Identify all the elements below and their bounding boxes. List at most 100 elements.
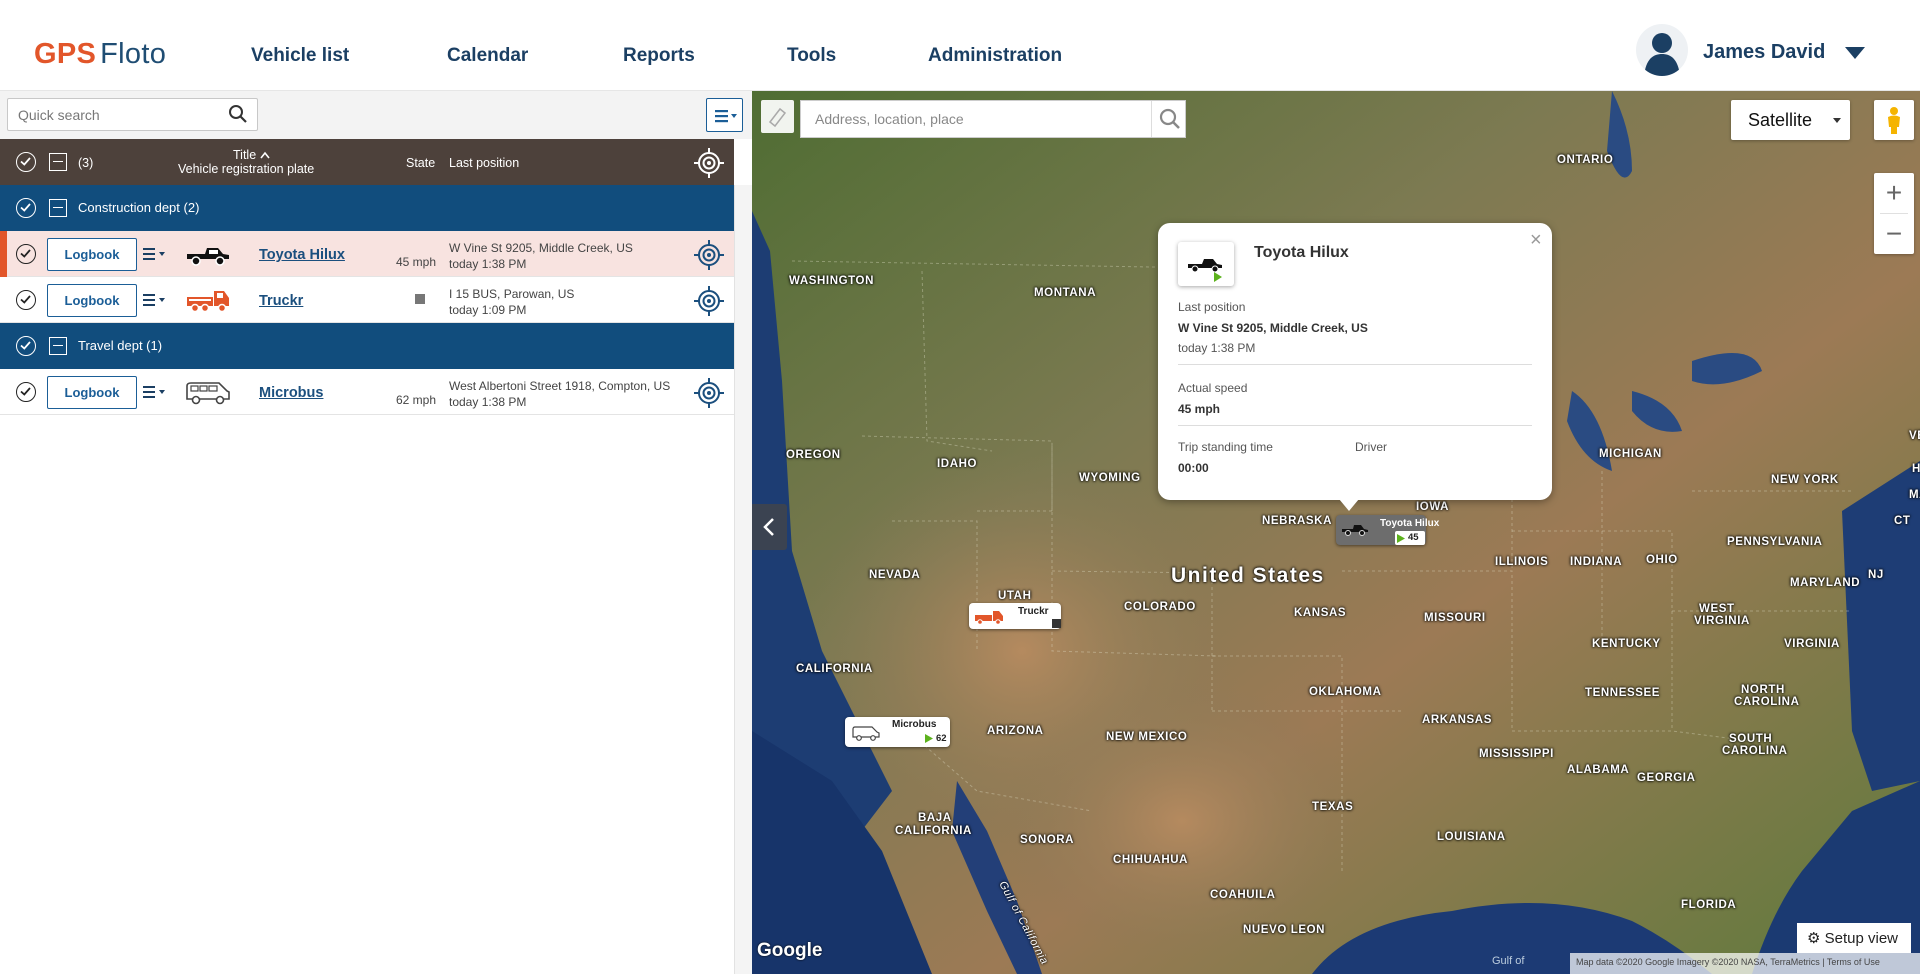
- vehicle-title-link[interactable]: Microbus: [259, 385, 323, 401]
- collapse-all-toggle[interactable]: [49, 153, 67, 171]
- column-title-header[interactable]: Title: [233, 148, 270, 162]
- app-logo[interactable]: GPS Floto: [34, 38, 166, 71]
- row-menu-icon[interactable]: [143, 247, 169, 261]
- table-row[interactable]: Logbook Toyota Hilux 45 mph W Vine St 92…: [0, 231, 734, 277]
- map-label: TENNESSEE: [1585, 687, 1661, 699]
- vehicle-marker-microbus[interactable]: Microbus 62: [845, 717, 950, 747]
- map-type-value: Satellite: [1748, 110, 1813, 130]
- list-options-button[interactable]: [706, 98, 743, 132]
- locate-vehicle-icon[interactable]: [694, 240, 724, 270]
- close-icon[interactable]: ×: [1530, 229, 1542, 252]
- vehicle-title-link[interactable]: Toyota Hilux: [259, 247, 345, 263]
- pickup-truck-icon: [1188, 259, 1222, 282]
- marker-title: Microbus: [892, 719, 937, 730]
- address-search: [800, 100, 1186, 138]
- locate-vehicle-icon[interactable]: [694, 286, 724, 316]
- zoom-out-button[interactable]: −: [1874, 214, 1914, 254]
- map-label: CALIFORNIA: [796, 663, 873, 675]
- map-label: NEW YORK: [1771, 474, 1839, 486]
- table-row[interactable]: Logbook Microbus 62 mph West Albertoni S…: [0, 369, 734, 415]
- row-checkbox[interactable]: [16, 382, 36, 402]
- draw-area-button[interactable]: [761, 100, 794, 133]
- chevron-down-icon[interactable]: [1845, 47, 1865, 59]
- map-label: WYOMING: [1079, 472, 1141, 484]
- moving-icon: [1397, 534, 1405, 543]
- setup-view-button[interactable]: ⚙ Setup view: [1797, 923, 1911, 953]
- address-search-input[interactable]: [801, 101, 1151, 137]
- group-row[interactable]: Travel dept (1): [0, 323, 734, 369]
- user-name: James David: [1703, 41, 1826, 63]
- map-label: PENNSYLVANIA: [1727, 536, 1823, 548]
- chevron-down-icon: [1833, 118, 1841, 123]
- map-type-select[interactable]: Satellite: [1731, 100, 1850, 140]
- address-search-button[interactable]: [1151, 101, 1185, 137]
- map-view[interactable]: ONTARIO WASHINGTON MONTANA OREGON IDAHO …: [752, 91, 1920, 974]
- popup-driver-label: Driver: [1355, 440, 1387, 454]
- nav-calendar[interactable]: Calendar: [447, 45, 528, 67]
- map-label: NEVADA: [869, 569, 921, 581]
- table-row[interactable]: Logbook Truckr I 15 BUS, Parowan, US tod…: [0, 277, 734, 323]
- row-menu-icon[interactable]: [143, 385, 169, 399]
- map-label: SONORA: [1020, 834, 1075, 846]
- logo-gps: GPS: [34, 38, 97, 70]
- google-logo: Google: [757, 940, 823, 961]
- nav-vehicle-list[interactable]: Vehicle list: [251, 45, 349, 67]
- group-collapse-toggle[interactable]: [49, 199, 67, 217]
- select-all-checkbox[interactable]: [16, 152, 36, 172]
- logbook-button[interactable]: Logbook: [47, 376, 137, 409]
- column-state-header[interactable]: State: [406, 156, 435, 170]
- locate-all-icon[interactable]: [694, 148, 724, 178]
- vehicle-title-link[interactable]: Truckr: [259, 293, 303, 309]
- map-label: MASSA: [1909, 489, 1920, 501]
- map-label: SOUTH: [1729, 733, 1773, 745]
- map-attribution[interactable]: Map data ©2020 Google Imagery ©2020 NASA…: [1570, 953, 1920, 974]
- column-position-header[interactable]: Last position: [449, 156, 519, 170]
- quick-search-input[interactable]: [7, 98, 258, 131]
- vehicle-marker-hilux[interactable]: Toyota Hilux 45: [1336, 515, 1439, 545]
- user-menu[interactable]: James David: [1636, 24, 1872, 76]
- group-row[interactable]: Construction dept (2): [0, 185, 734, 231]
- group-collapse-toggle[interactable]: [49, 337, 67, 355]
- street-view-button[interactable]: [1874, 100, 1914, 140]
- search-icon: [1159, 108, 1180, 129]
- vehicle-marker-truckr[interactable]: Truckr: [969, 603, 1061, 629]
- map-label-sea: Gulf of: [1492, 955, 1525, 967]
- logbook-button[interactable]: Logbook: [47, 284, 137, 317]
- nav-administration[interactable]: Administration: [928, 45, 1062, 67]
- map-label: INDIANA: [1570, 556, 1623, 568]
- map-label: ARIZONA: [987, 725, 1044, 737]
- marker-speed: 45: [1408, 532, 1419, 543]
- search-icon[interactable]: [228, 104, 248, 124]
- pickup-truck-icon: [187, 248, 229, 266]
- selected-indicator: [0, 231, 7, 277]
- column-plate-header: Vehicle registration plate: [178, 162, 315, 176]
- map-label: NUEVO LEON: [1243, 924, 1326, 936]
- row-checkbox[interactable]: [16, 290, 36, 310]
- vehicle-time: today 1:38 PM: [449, 257, 527, 271]
- nav-reports[interactable]: Reports: [623, 45, 695, 67]
- row-checkbox[interactable]: [16, 244, 36, 264]
- map-label: COAHUILA: [1210, 889, 1276, 901]
- group-label: Travel dept (1): [78, 338, 163, 353]
- vehicle-address: West Albertoni Street 1918, Compton, US: [449, 379, 671, 393]
- map-label: MISSISSIPPI: [1479, 748, 1554, 760]
- map-label: KENTUCKY: [1592, 638, 1661, 650]
- group-checkbox[interactable]: [16, 336, 36, 356]
- logbook-button[interactable]: Logbook: [47, 238, 137, 271]
- list-scrollbar[interactable]: [734, 185, 752, 974]
- map-label: COLORADO: [1124, 601, 1196, 613]
- collapse-panel-button[interactable]: [752, 504, 787, 550]
- group-label: Construction dept (2): [78, 200, 200, 215]
- locate-vehicle-icon[interactable]: [694, 378, 724, 408]
- list-menu-icon: [715, 110, 737, 123]
- nav-tools[interactable]: Tools: [787, 45, 836, 67]
- zoom-in-button[interactable]: +: [1874, 173, 1914, 213]
- group-checkbox[interactable]: [16, 198, 36, 218]
- van-icon: [852, 726, 880, 741]
- map-label-country: United States: [1171, 564, 1325, 587]
- row-menu-icon[interactable]: [143, 293, 169, 307]
- table-header: (3) Title Vehicle registration plate Sta…: [0, 139, 734, 185]
- map-label: ILLINOIS: [1495, 556, 1549, 568]
- popup-last-position-value: W Vine St 9205, Middle Creek, US: [1178, 321, 1368, 335]
- map-label: CAROLINA: [1722, 745, 1788, 757]
